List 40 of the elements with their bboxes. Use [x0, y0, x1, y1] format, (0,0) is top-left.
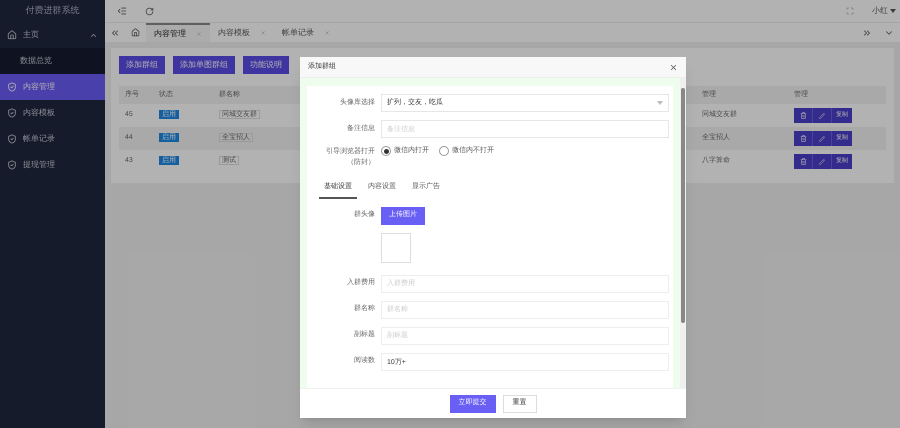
pencil-icon: [819, 136, 825, 142]
image-preview: [381, 232, 411, 262]
refresh-icon[interactable]: [145, 6, 154, 16]
shield-icon: [7, 160, 17, 170]
trash-icon: [800, 135, 806, 142]
caret-icon: [890, 9, 896, 13]
trash-icon: [800, 158, 806, 165]
home-icon[interactable]: [131, 28, 140, 37]
edit-button[interactable]: [813, 131, 832, 146]
sidebar-item[interactable]: 内容模板: [0, 100, 105, 126]
scroll-right-icon[interactable]: [862, 28, 872, 38]
page-tab[interactable]: 帐单记录: [274, 23, 338, 42]
sidebar-item[interactable]: 内容管理: [0, 74, 105, 100]
sidebar-item[interactable]: 帐单记录: [0, 126, 105, 152]
app-title: 付费进群系统: [24, 4, 80, 18]
shield-icon: [7, 108, 17, 118]
edit-button[interactable]: [813, 154, 832, 169]
delete-button[interactable]: [794, 108, 813, 123]
pencil-icon: [819, 158, 825, 164]
user-menu[interactable]: 小红: [872, 5, 896, 17]
sidebar-item[interactable]: 提现管理: [0, 152, 105, 178]
delete-button[interactable]: [794, 154, 813, 169]
shield-icon: [7, 82, 17, 92]
toolbar-button[interactable]: 添加群组: [119, 56, 165, 74]
page-tab[interactable]: 内容管理: [146, 23, 210, 42]
home-icon: [7, 30, 17, 40]
trash-icon: [800, 112, 806, 119]
sidebar-item[interactable]: 主页: [0, 22, 105, 48]
toolbar-button[interactable]: 功能说明: [243, 56, 289, 74]
delete-button[interactable]: [794, 131, 813, 146]
caret-icon: [657, 101, 663, 105]
menu-icon[interactable]: [117, 6, 127, 16]
pencil-icon: [819, 112, 825, 118]
toolbar-button[interactable]: 添加单图群组: [173, 56, 235, 74]
page-tab[interactable]: 内容模板: [210, 23, 274, 42]
close-icon[interactable]: [669, 62, 678, 72]
scroll-left-icon[interactable]: [110, 28, 120, 38]
sidebar-subitem[interactable]: 数据总览: [0, 48, 105, 74]
shield-icon: [7, 134, 17, 144]
edit-button[interactable]: [813, 108, 832, 123]
